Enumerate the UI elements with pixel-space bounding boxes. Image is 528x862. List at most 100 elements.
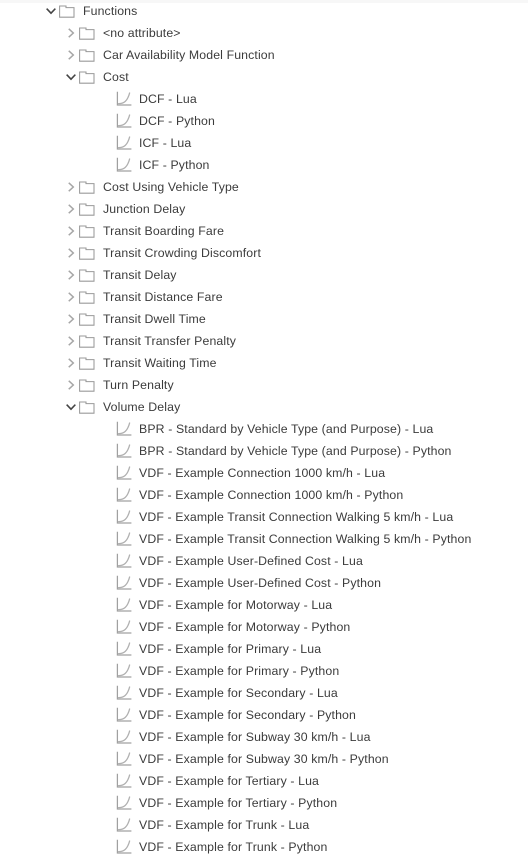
chevron-down-icon[interactable] [44,0,58,22]
function-curve-icon [114,88,134,110]
tree-row[interactable]: VDF - Example for Subway 30 km/h - Pytho… [0,748,528,770]
tree-row[interactable]: VDF - Example User-Defined Cost - Lua [0,550,528,572]
tree-item-label: Junction Delay [103,202,186,216]
tree-item-label: Transit Crowding Discomfort [103,246,261,260]
tree-row[interactable]: VDF - Example for Motorway - Lua [0,594,528,616]
function-curve-icon [114,814,134,836]
tree-row[interactable]: VDF - Example Transit Connection Walking… [0,528,528,550]
tree-row[interactable]: VDF - Example Connection 1000 km/h - Lua [0,462,528,484]
function-curve-icon [114,660,134,682]
tree-item-label: VDF - Example User-Defined Cost - Lua [139,554,363,568]
tree-row[interactable]: VDF - Example User-Defined Cost - Python [0,572,528,594]
tree-row[interactable]: DCF - Python [0,110,528,132]
chevron-right-icon[interactable] [64,330,78,352]
tree-row[interactable]: Transit Waiting Time [0,352,528,374]
tree-item-label: VDF - Example for Trunk - Lua [139,818,310,832]
tree-row[interactable]: VDF - Example for Primary - Lua [0,638,528,660]
function-curve-icon [114,440,134,462]
tree-row[interactable]: Transit Boarding Fare [0,220,528,242]
tree-row[interactable]: Car Availability Model Function [0,44,528,66]
chevron-right-icon[interactable] [64,44,78,66]
chevron-right-icon[interactable] [64,176,78,198]
tree-row[interactable]: ICF - Lua [0,132,528,154]
chevron-down-icon[interactable] [64,396,78,418]
tree-item-label: VDF - Example for Subway 30 km/h - Lua [139,730,371,744]
tree-row[interactable]: Cost [0,66,528,88]
folder-icon [78,330,98,352]
function-curve-icon [114,726,134,748]
tree-row[interactable]: Transit Crowding Discomfort [0,242,528,264]
folder-icon [78,22,98,44]
chevron-down-icon[interactable] [64,66,78,88]
tree-item-label: Functions [83,4,138,18]
tree-row[interactable]: Transit Transfer Penalty [0,330,528,352]
folder-icon [58,0,78,22]
folder-icon [78,66,98,88]
tree-item-label: VDF - Example for Subway 30 km/h - Pytho… [139,752,389,766]
tree-row[interactable]: VDF - Example for Motorway - Python [0,616,528,638]
tree-row[interactable]: VDF - Example for Tertiary - Python [0,792,528,814]
tree-row[interactable]: Functions [0,0,528,22]
chevron-right-icon[interactable] [64,352,78,374]
tree-item-label: Transit Transfer Penalty [103,334,237,348]
chevron-right-icon[interactable] [64,264,78,286]
tree-row[interactable]: DCF - Lua [0,88,528,110]
chevron-right-icon[interactable] [64,220,78,242]
tree-row[interactable]: Turn Penalty [0,374,528,396]
chevron-right-icon[interactable] [64,242,78,264]
function-curve-icon [114,132,134,154]
tree-row[interactable]: VDF - Example for Primary - Python [0,660,528,682]
tree-item-label: VDF - Example for Secondary - Lua [139,686,338,700]
chevron-right-icon[interactable] [64,374,78,396]
tree-row[interactable]: Transit Distance Fare [0,286,528,308]
tree-row[interactable]: BPR - Standard by Vehicle Type (and Purp… [0,440,528,462]
tree-row[interactable]: Volume Delay [0,396,528,418]
tree-row[interactable]: VDF - Example for Secondary - Python [0,704,528,726]
folder-icon [78,396,98,418]
chevron-right-icon[interactable] [64,286,78,308]
tree-row[interactable]: BPR - Standard by Vehicle Type (and Purp… [0,418,528,440]
tree-row[interactable]: ICF - Python [0,154,528,176]
tree-item-label: VDF - Example for Primary - Python [139,664,340,678]
chevron-right-icon[interactable] [64,198,78,220]
tree-row[interactable]: VDF - Example Connection 1000 km/h - Pyt… [0,484,528,506]
tree-row[interactable]: VDF - Example for Tertiary - Lua [0,770,528,792]
tree-item-label: Cost [103,70,129,84]
tree-row[interactable]: VDF - Example for Trunk - Python [0,836,528,858]
chevron-right-icon[interactable] [64,22,78,44]
tree-item-label: ICF - Python [139,158,210,172]
tree-row[interactable]: VDF - Example for Trunk - Lua [0,814,528,836]
function-curve-icon [114,572,134,594]
folder-icon [78,286,98,308]
folder-icon [78,220,98,242]
folder-icon [78,374,98,396]
tree-item-label: VDF - Example for Motorway - Python [139,620,351,634]
tree-row[interactable]: <no attribute> [0,22,528,44]
function-curve-icon [114,638,134,660]
folder-icon [78,352,98,374]
tree-item-label: VDF - Example for Trunk - Python [139,840,328,854]
tree-row[interactable]: VDF - Example for Subway 30 km/h - Lua [0,726,528,748]
folder-icon [78,242,98,264]
tree-row[interactable]: Cost Using Vehicle Type [0,176,528,198]
tree-row[interactable]: VDF - Example Transit Connection Walking… [0,506,528,528]
tree-row[interactable]: Junction Delay [0,198,528,220]
tree-item-label: VDF - Example for Tertiary - Python [139,796,338,810]
tree-row[interactable]: VDF - Example for Secondary - Lua [0,682,528,704]
tree-item-label: BPR - Standard by Vehicle Type (and Purp… [139,422,434,436]
tree-item-label: Transit Delay [103,268,177,282]
tree-row[interactable]: Transit Delay [0,264,528,286]
tree-row[interactable]: Transit Dwell Time [0,308,528,330]
function-curve-icon [114,594,134,616]
chevron-right-icon[interactable] [64,308,78,330]
